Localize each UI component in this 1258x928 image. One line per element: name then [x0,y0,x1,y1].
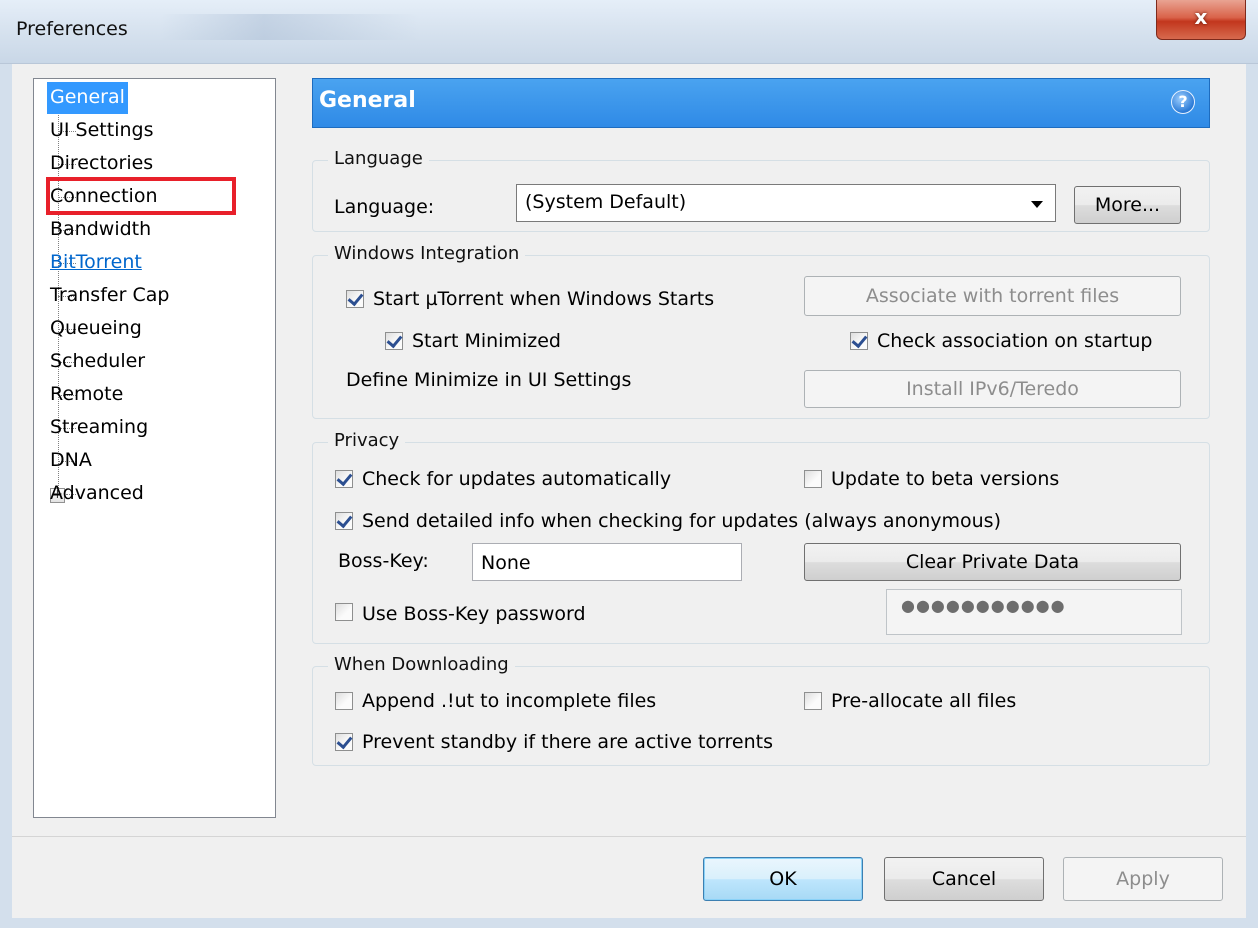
window-frame-right [1246,64,1258,928]
start-with-windows-checkbox[interactable] [346,290,364,308]
check-association-label: Check association on startup [877,330,1153,352]
language-label: Language: [334,196,435,218]
start-with-windows-label: Start µTorrent when Windows Starts [373,288,715,310]
beta-versions-checkbox[interactable] [804,470,822,488]
tree-item-remote[interactable]: Remote [47,379,126,411]
tree-item-directories[interactable]: Directories [47,148,156,180]
prevent-standby-checkbox[interactable] [335,733,353,751]
tree-item-general[interactable]: General [47,82,128,114]
annotation-highlight-box [46,177,236,215]
send-detailed-info-label: Send detailed info when checking for upd… [362,510,1001,532]
preallocate-files-checkbox[interactable] [804,692,822,710]
tree-item-bittorrent[interactable]: BitTorrent [47,247,145,279]
cancel-button[interactable]: Cancel [884,857,1044,901]
title-bar: Preferences x [0,0,1258,64]
windows-integration-group-title: Windows Integration [328,243,526,265]
use-boss-key-password-label: Use Boss-Key password [362,603,586,625]
tree-item-bandwidth[interactable]: Bandwidth [47,214,154,246]
define-minimize-text: Define Minimize in UI Settings [346,369,632,391]
start-minimized-label: Start Minimized [412,330,561,352]
tree-item-transfer-cap[interactable]: Transfer Cap [47,280,172,312]
send-detailed-info-checkbox[interactable] [335,512,353,530]
privacy-group-title: Privacy [328,430,406,452]
when-downloading-group-title: When Downloading [328,654,515,676]
title-bar-background [160,14,420,40]
prevent-standby-label: Prevent standby if there are active torr… [362,731,774,753]
tree-item-ui-settings[interactable]: UI Settings [47,115,156,147]
append-ut-label: Append .!ut to incomplete files [362,690,657,712]
tree-item-streaming[interactable]: Streaming [47,412,151,444]
window-frame-bottom [0,918,1258,928]
check-updates-label: Check for updates automatically [362,468,672,490]
password-mask: ●●●●●●●●●●● [901,596,1066,615]
more-languages-button[interactable]: More... [1074,186,1181,224]
close-icon: x [1194,5,1208,29]
language-dropdown[interactable]: (System Default) [516,184,1056,222]
boss-key-value: None [481,552,531,574]
tree-item-advanced[interactable]: Advanced [47,478,147,510]
append-ut-checkbox[interactable] [335,692,353,710]
use-boss-key-password-checkbox[interactable] [335,603,353,621]
install-ipv6-teredo-button[interactable]: Install IPv6/Teredo [804,370,1181,408]
dialog-footer [12,836,1246,918]
start-minimized-checkbox[interactable] [385,332,403,350]
language-group-title: Language [328,148,429,170]
check-updates-checkbox[interactable] [335,470,353,488]
tree-item-queueing[interactable]: Queueing [47,313,145,345]
page-header: General ? [312,78,1210,128]
boss-key-password-field[interactable]: ●●●●●●●●●●● [886,589,1182,635]
ok-button[interactable]: OK [703,857,863,901]
tree-item-dna[interactable]: DNA [47,445,95,477]
preallocate-files-label: Pre-allocate all files [831,690,1017,712]
check-association-checkbox[interactable] [850,332,868,350]
boss-key-label: Boss-Key: [338,550,429,572]
window-frame-left [0,64,12,928]
page-title: General [319,88,416,113]
clear-private-data-button[interactable]: Clear Private Data [804,543,1181,581]
window-title: Preferences [16,18,128,40]
associate-torrent-files-button[interactable]: Associate with torrent files [804,276,1181,316]
chevron-down-icon [1031,201,1043,208]
close-button[interactable]: x [1156,0,1246,40]
help-icon[interactable]: ? [1171,90,1195,114]
beta-versions-label: Update to beta versions [831,468,1060,490]
boss-key-field[interactable]: None [472,543,742,581]
language-dropdown-value: (System Default) [525,191,687,213]
tree-item-scheduler[interactable]: Scheduler [47,346,148,378]
apply-button[interactable]: Apply [1063,857,1223,901]
